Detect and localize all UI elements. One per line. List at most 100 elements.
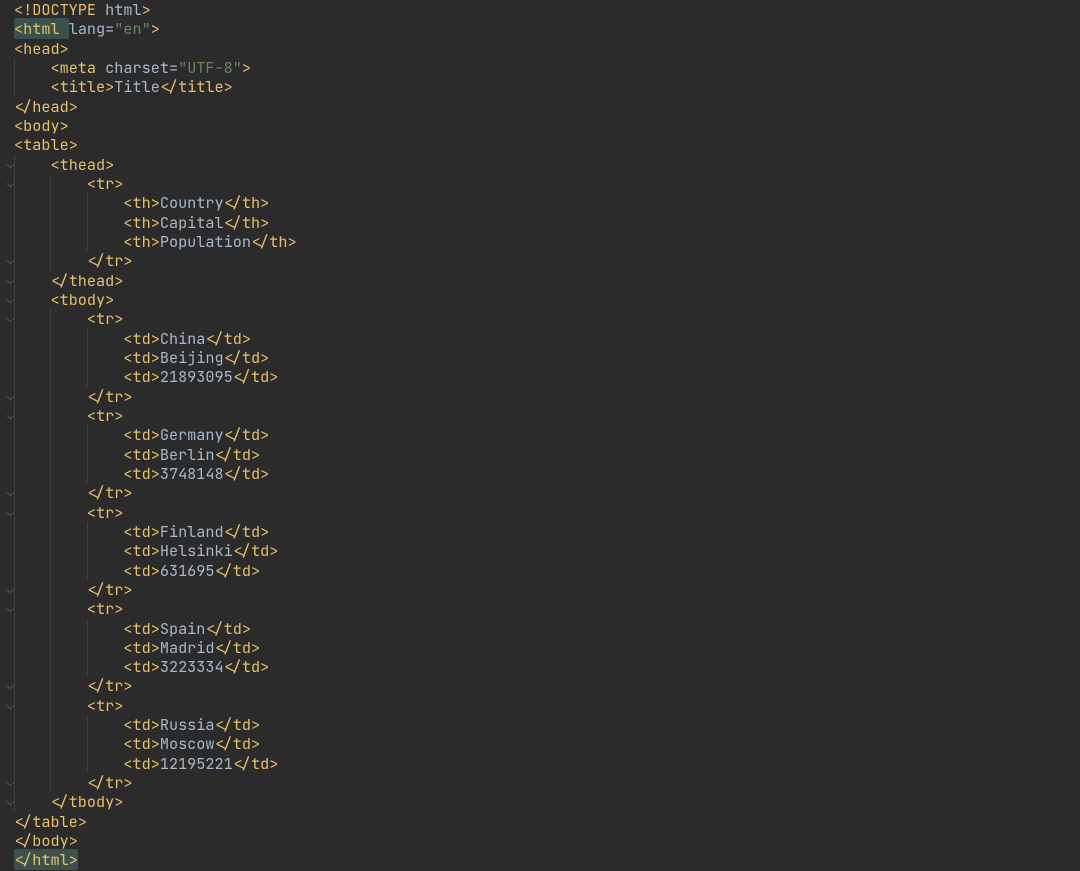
code-line[interactable]: <td>Helsinki</td> bbox=[0, 541, 1080, 560]
code-content[interactable]: <td>Germany</td> bbox=[14, 425, 1080, 444]
code-content[interactable]: <td>Moscow</td> bbox=[14, 734, 1080, 753]
code-content[interactable]: </body> bbox=[14, 831, 1080, 850]
code-content[interactable]: <td>21893095</td> bbox=[14, 367, 1080, 386]
code-line[interactable]: <td>Spain</td> bbox=[0, 619, 1080, 638]
fold-gutter[interactable]: ⌄ bbox=[0, 174, 14, 193]
code-line[interactable]: <head> bbox=[0, 39, 1080, 58]
code-line[interactable]: <td>12195221</td> bbox=[0, 754, 1080, 773]
code-content[interactable]: <tr> bbox=[14, 503, 1080, 522]
code-line[interactable]: <meta charset="UTF-8"> bbox=[0, 58, 1080, 77]
code-content[interactable]: <tr> bbox=[14, 309, 1080, 328]
code-content[interactable]: <th>Country</th> bbox=[14, 193, 1080, 212]
code-content[interactable]: <td>12195221</td> bbox=[14, 754, 1080, 773]
code-line[interactable]: <html lang="en"> bbox=[0, 19, 1080, 38]
code-line[interactable]: ⌄ </tr> bbox=[0, 483, 1080, 502]
code-content[interactable]: <td>3223334</td> bbox=[14, 657, 1080, 676]
fold-gutter[interactable]: ⌄ bbox=[0, 271, 14, 290]
code-line[interactable]: ⌄ <tr> bbox=[0, 503, 1080, 522]
code-content[interactable]: <title>Title</title> bbox=[14, 77, 1080, 96]
code-line[interactable]: <td>Finland</td> bbox=[0, 522, 1080, 541]
code-content[interactable]: <html lang="en"> bbox=[14, 19, 1080, 38]
code-line[interactable]: </html> bbox=[0, 850, 1080, 869]
code-content[interactable]: </tr> bbox=[14, 580, 1080, 599]
code-line[interactable]: <td>Germany</td> bbox=[0, 425, 1080, 444]
code-line[interactable]: <body> bbox=[0, 116, 1080, 135]
fold-gutter[interactable]: ⌄ bbox=[0, 696, 14, 715]
code-content[interactable]: <tr> bbox=[14, 406, 1080, 425]
code-line[interactable]: <td>3748148</td> bbox=[0, 464, 1080, 483]
code-content[interactable]: <tbody> bbox=[14, 290, 1080, 309]
code-content[interactable]: <td>Berlin</td> bbox=[14, 445, 1080, 464]
code-line[interactable]: ⌄ <thead> bbox=[0, 155, 1080, 174]
code-content[interactable]: <tr> bbox=[14, 696, 1080, 715]
fold-gutter[interactable]: ⌄ bbox=[0, 406, 14, 425]
code-line[interactable]: <td>631695</td> bbox=[0, 561, 1080, 580]
fold-gutter[interactable]: ⌄ bbox=[0, 792, 14, 811]
code-line[interactable]: <td>21893095</td> bbox=[0, 367, 1080, 386]
fold-gutter[interactable]: ⌄ bbox=[0, 309, 14, 328]
code-content[interactable]: <tr> bbox=[14, 599, 1080, 618]
code-line[interactable]: ⌄ <tr> bbox=[0, 696, 1080, 715]
code-content[interactable]: <th>Capital</th> bbox=[14, 213, 1080, 232]
code-content[interactable]: <td>Madrid</td> bbox=[14, 638, 1080, 657]
code-content[interactable]: </table> bbox=[14, 812, 1080, 831]
code-content[interactable]: <meta charset="UTF-8"> bbox=[14, 58, 1080, 77]
code-editor[interactable]: <!DOCTYPE html><html lang="en"><head> <m… bbox=[0, 0, 1080, 870]
fold-gutter[interactable]: ⌄ bbox=[0, 290, 14, 309]
code-line[interactable]: ⌄ </tr> bbox=[0, 387, 1080, 406]
code-line[interactable]: ⌄ </tbody> bbox=[0, 792, 1080, 811]
code-content[interactable]: <td>3748148</td> bbox=[14, 464, 1080, 483]
fold-gutter[interactable]: ⌄ bbox=[0, 676, 14, 695]
code-content[interactable]: <td>Beijing</td> bbox=[14, 348, 1080, 367]
code-content[interactable]: <thead> bbox=[14, 155, 1080, 174]
code-line[interactable]: ⌄ </tr> bbox=[0, 676, 1080, 695]
code-line[interactable]: <!DOCTYPE html> bbox=[0, 0, 1080, 19]
code-line[interactable]: ⌄ <tr> bbox=[0, 174, 1080, 193]
fold-gutter[interactable]: ⌄ bbox=[0, 251, 14, 270]
code-content[interactable]: </html> bbox=[14, 850, 1080, 869]
fold-gutter[interactable]: ⌄ bbox=[0, 580, 14, 599]
code-line[interactable]: <th>Country</th> bbox=[0, 193, 1080, 212]
code-line[interactable]: ⌄ <tbody> bbox=[0, 290, 1080, 309]
code-content[interactable]: <td>Russia</td> bbox=[14, 715, 1080, 734]
code-content[interactable]: </tr> bbox=[14, 251, 1080, 270]
code-line[interactable]: ⌄ </thead> bbox=[0, 271, 1080, 290]
code-line[interactable]: <td>Beijing</td> bbox=[0, 348, 1080, 367]
code-content[interactable]: <table> bbox=[14, 135, 1080, 154]
code-line[interactable]: <td>Russia</td> bbox=[0, 715, 1080, 734]
code-line[interactable]: ⌄ </tr> bbox=[0, 773, 1080, 792]
code-content[interactable]: </tr> bbox=[14, 773, 1080, 792]
fold-gutter[interactable]: ⌄ bbox=[0, 599, 14, 618]
code-line[interactable]: <td>China</td> bbox=[0, 329, 1080, 348]
code-content[interactable]: <td>Finland</td> bbox=[14, 522, 1080, 541]
code-line[interactable]: <td>Madrid</td> bbox=[0, 638, 1080, 657]
code-content[interactable]: <td>Helsinki</td> bbox=[14, 541, 1080, 560]
code-line[interactable]: </table> bbox=[0, 812, 1080, 831]
code-line[interactable]: <th>Capital</th> bbox=[0, 213, 1080, 232]
code-content[interactable]: </tr> bbox=[14, 483, 1080, 502]
code-line[interactable]: ⌄ </tr> bbox=[0, 580, 1080, 599]
code-line[interactable]: <th>Population</th> bbox=[0, 232, 1080, 251]
code-content[interactable]: </thead> bbox=[14, 271, 1080, 290]
fold-gutter[interactable]: ⌄ bbox=[0, 503, 14, 522]
code-content[interactable]: <td>Spain</td> bbox=[14, 619, 1080, 638]
fold-gutter[interactable]: ⌄ bbox=[0, 483, 14, 502]
code-line[interactable]: <td>3223334</td> bbox=[0, 657, 1080, 676]
fold-gutter[interactable]: ⌄ bbox=[0, 773, 14, 792]
code-content[interactable]: </tr> bbox=[14, 387, 1080, 406]
code-content[interactable]: </head> bbox=[14, 97, 1080, 116]
code-content[interactable]: <body> bbox=[14, 116, 1080, 135]
code-line[interactable]: ⌄ </tr> bbox=[0, 251, 1080, 270]
code-content[interactable]: <!DOCTYPE html> bbox=[14, 0, 1080, 19]
code-line[interactable]: </head> bbox=[0, 97, 1080, 116]
code-content[interactable]: </tr> bbox=[14, 676, 1080, 695]
code-line[interactable]: <td>Moscow</td> bbox=[0, 734, 1080, 753]
code-content[interactable]: <td>China</td> bbox=[14, 329, 1080, 348]
code-line[interactable]: ⌄ <tr> bbox=[0, 309, 1080, 328]
code-content[interactable]: </tbody> bbox=[14, 792, 1080, 811]
code-line[interactable]: </body> bbox=[0, 831, 1080, 850]
code-line[interactable]: ⌄ <tr> bbox=[0, 406, 1080, 425]
code-line[interactable]: <title>Title</title> bbox=[0, 77, 1080, 96]
code-line[interactable]: ⌄ <tr> bbox=[0, 599, 1080, 618]
code-content[interactable]: <tr> bbox=[14, 174, 1080, 193]
